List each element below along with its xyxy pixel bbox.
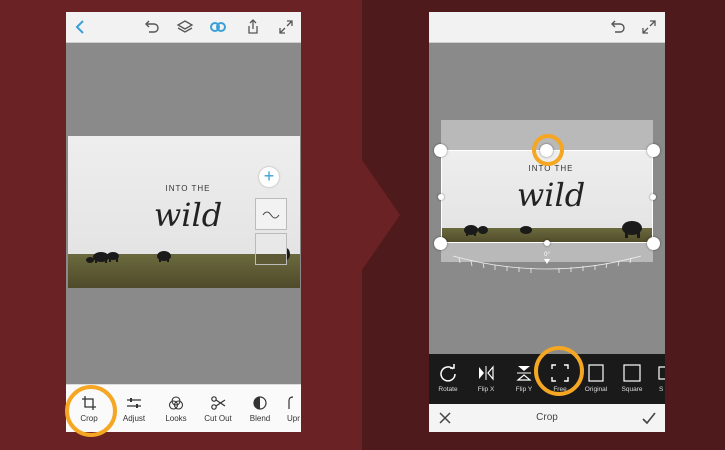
layer-thumbnail-text[interactable] [255, 198, 287, 230]
transition-arrow [362, 160, 400, 270]
crop-footer: Crop [429, 404, 665, 432]
next-ratio-tool[interactable]: S [649, 354, 665, 404]
flip-y-tool-label: Flip Y [515, 386, 533, 393]
square-ratio-tool[interactable]: Square [613, 354, 651, 404]
square-ratio-icon [623, 364, 641, 382]
angle-readout: 0° [544, 252, 550, 258]
square-ratio-tool-label: Square [621, 386, 643, 393]
crop-footer-title: Crop [536, 412, 558, 423]
crop-handle-left[interactable] [438, 194, 444, 200]
add-layer-button[interactable]: + [259, 167, 279, 187]
share-icon[interactable] [244, 18, 262, 36]
original-ratio-icon [588, 364, 604, 382]
crop-handle-bottom[interactable] [544, 240, 550, 246]
rotate-handle-highlight [532, 134, 564, 166]
confirm-icon[interactable] [641, 410, 657, 426]
original-ratio-tool-label: Original [584, 386, 608, 393]
sliders-icon [127, 398, 141, 408]
crop-handle-top-right[interactable] [647, 144, 660, 157]
original-ratio-tool[interactable]: Original [577, 354, 615, 404]
expand-icon[interactable] [277, 18, 295, 36]
blend-tool[interactable]: Blend [239, 385, 281, 432]
blend-tool-label: Blend [249, 414, 271, 423]
upright-icon [288, 396, 294, 409]
flip-x-tool[interactable]: Flip X [467, 354, 505, 404]
flip-y-icon [516, 366, 532, 381]
looks-icon [168, 396, 184, 410]
scissors-icon [211, 396, 226, 410]
expand-icon[interactable] [640, 18, 658, 36]
free-crop-highlight [534, 346, 584, 396]
flip-x-tool-label: Flip X [477, 386, 495, 393]
crop-tool-highlight [65, 385, 117, 437]
cut-out-tool-label: Cut Out [204, 414, 232, 423]
upright-tool-label: Upr [287, 414, 300, 423]
next-ratio-tool-label: S [659, 386, 664, 393]
headline-small-text: INTO THE [165, 184, 211, 193]
creative-cloud-icon[interactable] [209, 18, 227, 36]
adjust-tool-label: Adjust [122, 414, 146, 423]
rotate-tool[interactable]: Rotate [429, 354, 467, 404]
headline-script-text: wild [153, 196, 223, 234]
top-bar [66, 12, 301, 43]
adjust-tool[interactable]: Adjust [113, 385, 155, 432]
crop-handle-bottom-right[interactable] [647, 237, 660, 250]
looks-tool-label: Looks [165, 414, 187, 423]
left-phone-screen: INTO THE wild + Crop Adjust Looks Cut Ou… [66, 12, 301, 432]
crop-top-bar [429, 12, 665, 43]
blend-icon [253, 396, 267, 410]
crop-handle-right[interactable] [650, 194, 656, 200]
undo-icon[interactable] [142, 18, 160, 36]
undo-icon[interactable] [608, 18, 626, 36]
layers-icon[interactable] [176, 18, 194, 36]
layer-thumbnail-photo[interactable] [255, 233, 287, 265]
flip-x-icon [479, 365, 494, 381]
cut-out-tool[interactable]: Cut Out [197, 385, 239, 432]
crop-handle-top-left[interactable] [434, 144, 447, 157]
rotate-tool-label: Rotate [438, 386, 458, 393]
looks-tool[interactable]: Looks [155, 385, 197, 432]
crop-handle-bottom-left[interactable] [434, 237, 447, 250]
back-icon[interactable] [72, 18, 90, 36]
rotate-icon [440, 364, 456, 382]
ratio-icon [658, 366, 665, 380]
upright-tool[interactable]: Upr [279, 385, 301, 432]
